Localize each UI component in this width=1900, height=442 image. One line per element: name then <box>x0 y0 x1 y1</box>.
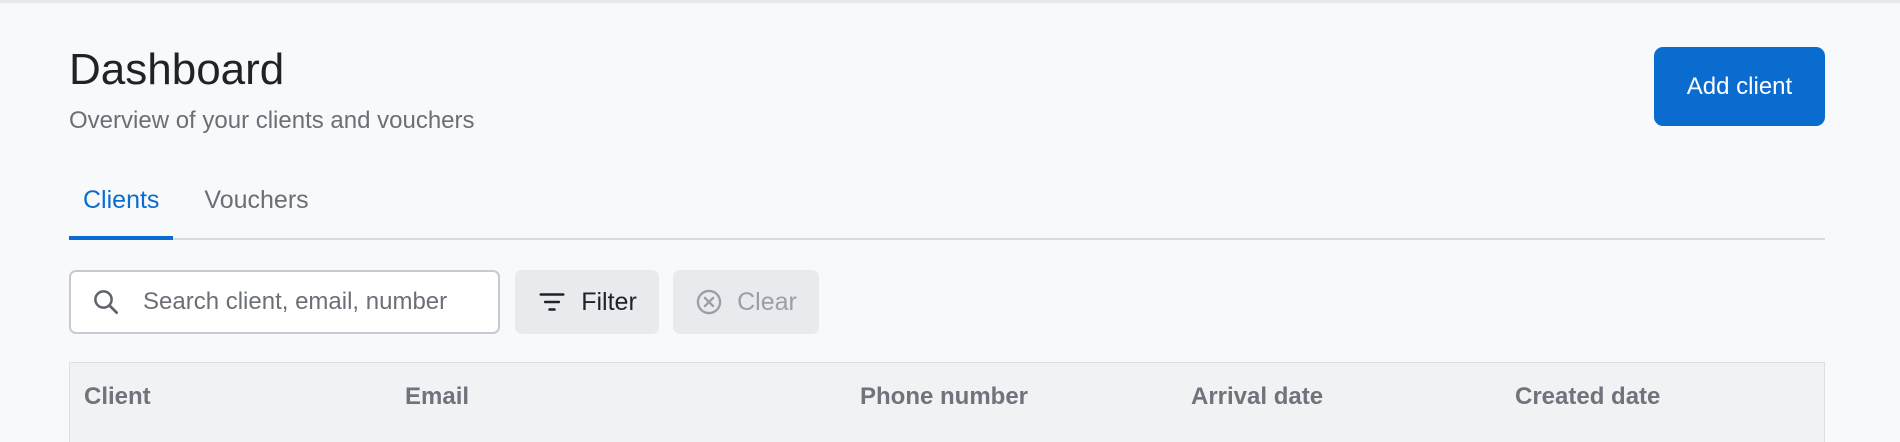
tab-vouchers[interactable]: Vouchers <box>190 178 322 238</box>
table-header: Client Email Phone number Arrival date C… <box>69 362 1825 442</box>
column-header-client[interactable]: Client <box>84 383 151 411</box>
clear-label: Clear <box>737 287 797 316</box>
tab-clients[interactable]: Clients <box>69 178 174 240</box>
column-header-arrival-date[interactable]: Arrival date <box>1191 383 1323 411</box>
column-header-created-date[interactable]: Created date <box>1515 383 1660 411</box>
search-field[interactable] <box>69 270 500 334</box>
filter-icon <box>539 293 565 311</box>
filter-label: Filter <box>581 287 637 316</box>
clear-button[interactable]: Clear <box>673 270 819 334</box>
top-divider <box>0 0 1900 3</box>
page-title: Dashboard <box>69 45 285 94</box>
page-header: Dashboard Overview of your clients and v… <box>69 44 475 136</box>
filter-button[interactable]: Filter <box>515 270 659 334</box>
add-client-button[interactable]: Add client <box>1654 47 1825 126</box>
page-subtitle: Overview of your clients and vouchers <box>69 107 475 134</box>
clear-circle-icon <box>696 289 722 315</box>
column-header-phone-number[interactable]: Phone number <box>860 383 1028 411</box>
search-icon <box>94 290 118 314</box>
search-input[interactable] <box>141 287 475 317</box>
tab-bar: Clients Vouchers <box>69 178 1825 240</box>
column-header-email[interactable]: Email <box>405 383 469 411</box>
